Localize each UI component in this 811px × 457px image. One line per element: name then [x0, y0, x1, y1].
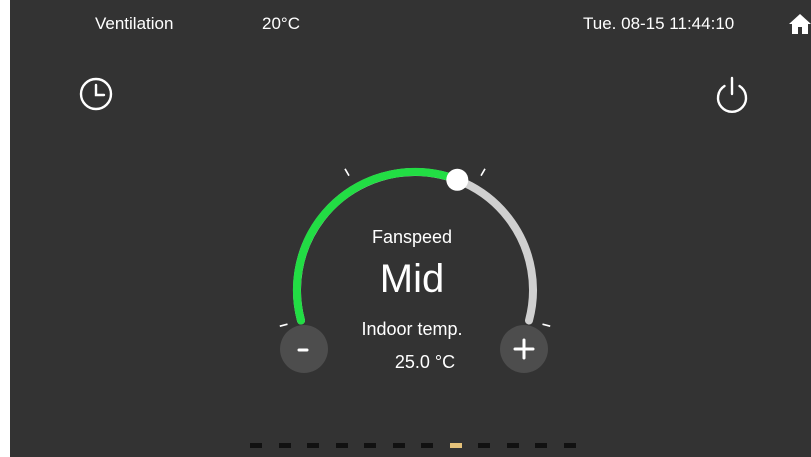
page-dot[interactable]: [535, 443, 547, 448]
increase-fanspeed-button[interactable]: +: [500, 325, 548, 373]
thermostat-screen: Ventilation 20°C Tue. 08-15 11:44:10 Fan…: [10, 0, 811, 457]
home-button[interactable]: [788, 12, 811, 36]
timer-button[interactable]: [76, 74, 116, 114]
page-dot[interactable]: [307, 443, 319, 448]
date-time: Tue. 08-15 11:44:10: [583, 14, 735, 33]
dial-tick: [480, 168, 486, 177]
page-dot[interactable]: [506, 443, 519, 448]
page-dot[interactable]: [250, 443, 262, 448]
fanspeed-value: Mid: [379, 257, 445, 301]
power-icon: [716, 76, 748, 114]
dial-knob[interactable]: [446, 168, 469, 191]
page-dot[interactable]: [392, 443, 405, 448]
page-dot[interactable]: [335, 443, 348, 448]
fanspeed-title: Fanspeed: [371, 227, 453, 247]
page-dot[interactable]: [278, 443, 291, 448]
minus-icon: [297, 348, 309, 352]
page-dot[interactable]: [563, 443, 576, 448]
outdoor-temperature: 20°C: [262, 14, 300, 33]
page-dot[interactable]: [449, 443, 462, 448]
page-dot[interactable]: [478, 443, 490, 448]
page-dot[interactable]: [421, 443, 433, 448]
clock-icon: [79, 77, 113, 111]
indoor-temp-label: Indoor temp.: [361, 319, 463, 339]
power-button[interactable]: [712, 74, 752, 114]
decrease-fanspeed-button[interactable]: -: [280, 325, 328, 373]
home-icon: [789, 14, 811, 34]
page-dot[interactable]: [364, 443, 376, 448]
plus-icon: [513, 338, 535, 360]
mode-label: Ventilation: [95, 14, 174, 33]
dial-tick: [344, 168, 350, 177]
